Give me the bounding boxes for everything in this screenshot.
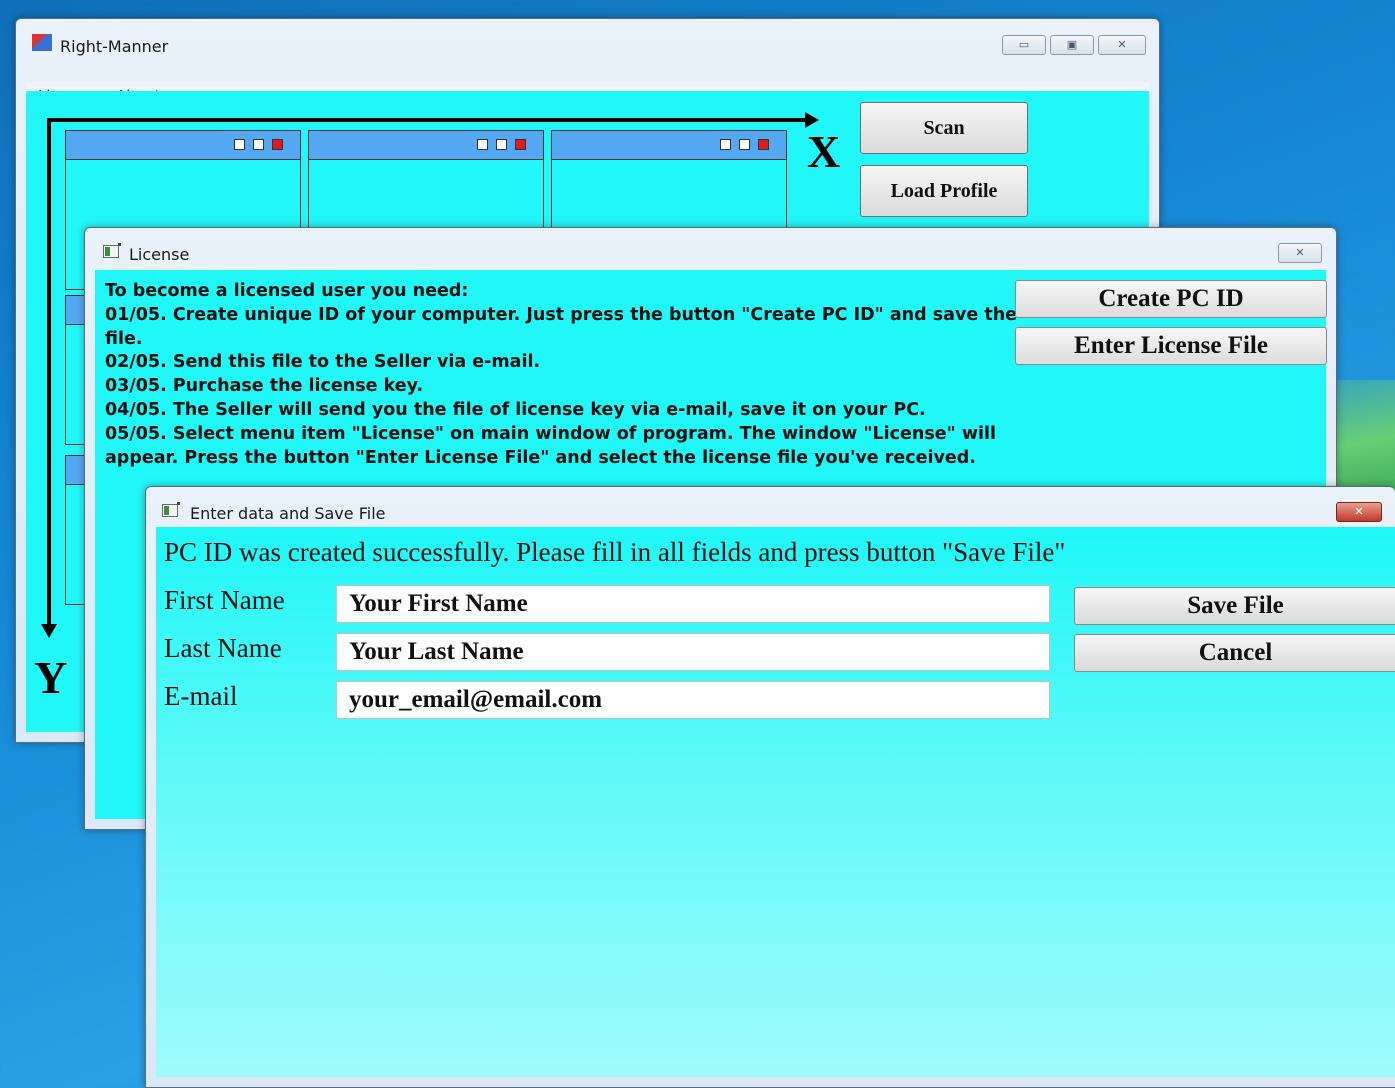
x-axis-line [47,118,807,122]
enter-license-file-button[interactable]: Enter License File [1015,327,1327,365]
window-icon [103,243,121,258]
license-title: License [129,245,190,264]
email-label: E-mail [164,681,238,711]
load-profile-button[interactable]: Load Profile [860,165,1028,217]
create-pc-id-button[interactable]: Create PC ID [1015,280,1327,318]
scan-button[interactable]: Scan [860,102,1028,154]
first-name-label: First Name [164,585,285,615]
last-name-input[interactable]: Your Last Name [336,633,1050,671]
enter-data-window: Enter data and Save File ✕ PC ID was cre… [145,486,1395,1088]
license-close-button[interactable]: ✕ [1278,243,1322,263]
main-title: Right-Manner [60,37,169,56]
instruction-line: 02/05. Send this file to the Seller via … [105,352,541,373]
status-message: PC ID was created successfully. Please f… [164,537,1066,567]
cancel-button[interactable]: Cancel [1074,634,1395,672]
instruction-line: appear. Press the button "Enter License … [105,447,976,468]
instruction-line: 05/05. Select menu item "License" on mai… [105,423,997,444]
save-file-button[interactable]: Save File [1074,587,1395,625]
license-instructions: To become a licensed user you need: 01/0… [105,280,1018,470]
last-name-label: Last Name [164,633,282,663]
maximize-button[interactable]: ▣ [1050,35,1094,55]
first-name-input[interactable]: Your First Name [336,585,1050,623]
enter-titlebar[interactable]: Enter data and Save File ✕ [146,487,1395,523]
main-titlebar[interactable]: Right-Manner ▭ ▣ ✕ [16,19,1159,56]
minimize-button[interactable]: ▭ [1002,35,1046,55]
instruction-line: 01/05. Create unique ID of your computer… [105,304,1018,325]
instruction-line: file. [105,328,143,349]
email-input[interactable]: your_email@email.com [336,681,1050,719]
y-axis-line [47,118,51,626]
instruction-line: 03/05. Purchase the license key. [105,376,424,397]
close-button[interactable]: ✕ [1098,35,1146,55]
y-axis-label: Y [34,652,68,703]
instruction-line: To become a licensed user you need: [105,281,469,301]
x-axis-label: X [807,126,841,177]
enter-client-area: PC ID was created successfully. Please f… [156,527,1395,1077]
license-titlebar[interactable]: License ✕ [85,228,1336,264]
window-icon [162,502,180,517]
y-axis-arrow-icon [41,624,57,638]
enter-title: Enter data and Save File [190,504,386,523]
app-icon [32,34,52,51]
instruction-line: 04/05. The Seller will send you the file… [105,399,926,420]
enter-close-button[interactable]: ✕ [1336,502,1382,522]
